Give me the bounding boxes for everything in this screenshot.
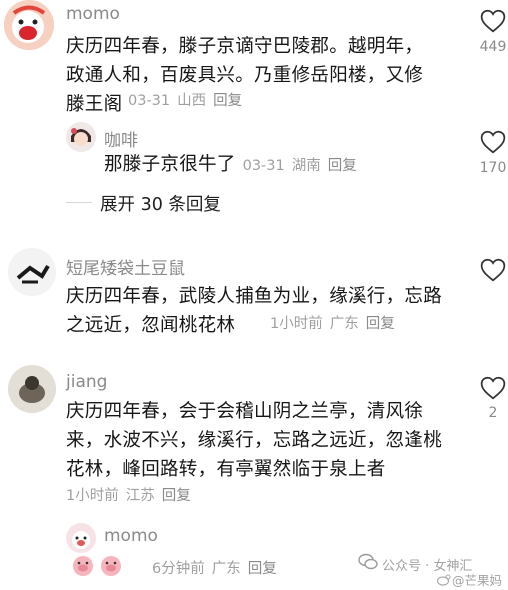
reply-time: 03-31 [242, 158, 285, 174]
comment-meta: 1小时前 江苏 回复 [66, 484, 198, 505]
comment-username[interactable]: 短尾矮袋土豆鼠 [66, 254, 185, 279]
reply-username[interactable]: momo [104, 526, 158, 546]
comment-location: 山西 [177, 93, 207, 109]
reply-location: 湖南 [291, 158, 321, 174]
like-count: 2 [488, 405, 498, 421]
like-count: 449 [479, 39, 507, 55]
comment-meta: 6分钟前 广东 回复 [152, 557, 284, 578]
avatar-sketch-icon [8, 248, 56, 296]
comment-location: 广东 [329, 316, 359, 332]
avatar[interactable] [66, 523, 96, 553]
avatar[interactable] [8, 365, 56, 413]
reply-button[interactable]: 回复 [213, 93, 242, 109]
avatar[interactable] [4, 0, 54, 50]
comment-time: 1小时前 [270, 316, 323, 332]
heart-outline-icon[interactable] [480, 130, 506, 154]
heart-outline-icon[interactable] [480, 376, 506, 400]
reply-button[interactable]: 回复 [366, 316, 395, 332]
reply-button[interactable]: 回复 [328, 158, 357, 174]
avatar-photo-icon [8, 365, 56, 413]
comment-meta: 03-31 山西 回复 [128, 89, 249, 110]
wechat-icon [358, 553, 378, 571]
weibo-icon [436, 571, 451, 586]
avatar[interactable] [8, 248, 56, 296]
avatar-girl-icon [66, 122, 96, 152]
reply-button[interactable]: 回复 [162, 488, 191, 504]
comment-location: 江苏 [125, 488, 155, 504]
heart-outline-icon[interactable] [480, 258, 506, 282]
avatar-cartoon-icon [66, 523, 96, 553]
comment-time: 03-31 [128, 93, 171, 109]
avatar[interactable] [66, 122, 96, 152]
expand-replies-button[interactable]: 展开 30 条回复 [100, 191, 221, 216]
divider [66, 202, 92, 203]
avatar-cartoon-icon [4, 0, 54, 50]
reply-row: 那滕子京很牛了 03-31 湖南 回复 [104, 150, 364, 179]
reply-button[interactable]: 回复 [248, 561, 277, 577]
like-count: 170 [479, 160, 507, 176]
comment-text: 庆历四年春，会于会稽山阴之兰亭，清风徐来，水波不兴，缘溪行，忘路之远近，忽逢桃花… [66, 401, 443, 480]
comment-location: 广东 [211, 561, 241, 577]
watermark-weibo: @芒果妈 [452, 573, 503, 588]
comment-meta: 1小时前 广东 回复 [270, 312, 402, 333]
heart-outline-icon[interactable] [480, 9, 506, 33]
reply-username[interactable]: 咖啡 [104, 126, 138, 151]
comment-username[interactable]: jiang [66, 372, 107, 392]
pig-emoji-icon [73, 556, 121, 576]
comment-time: 1小时前 [66, 488, 119, 504]
reply-text: 那滕子京很牛了 [104, 154, 236, 175]
comment-time: 6分钟前 [152, 561, 205, 577]
emoji-pigs [70, 554, 130, 578]
comment-username[interactable]: momo [66, 4, 120, 24]
